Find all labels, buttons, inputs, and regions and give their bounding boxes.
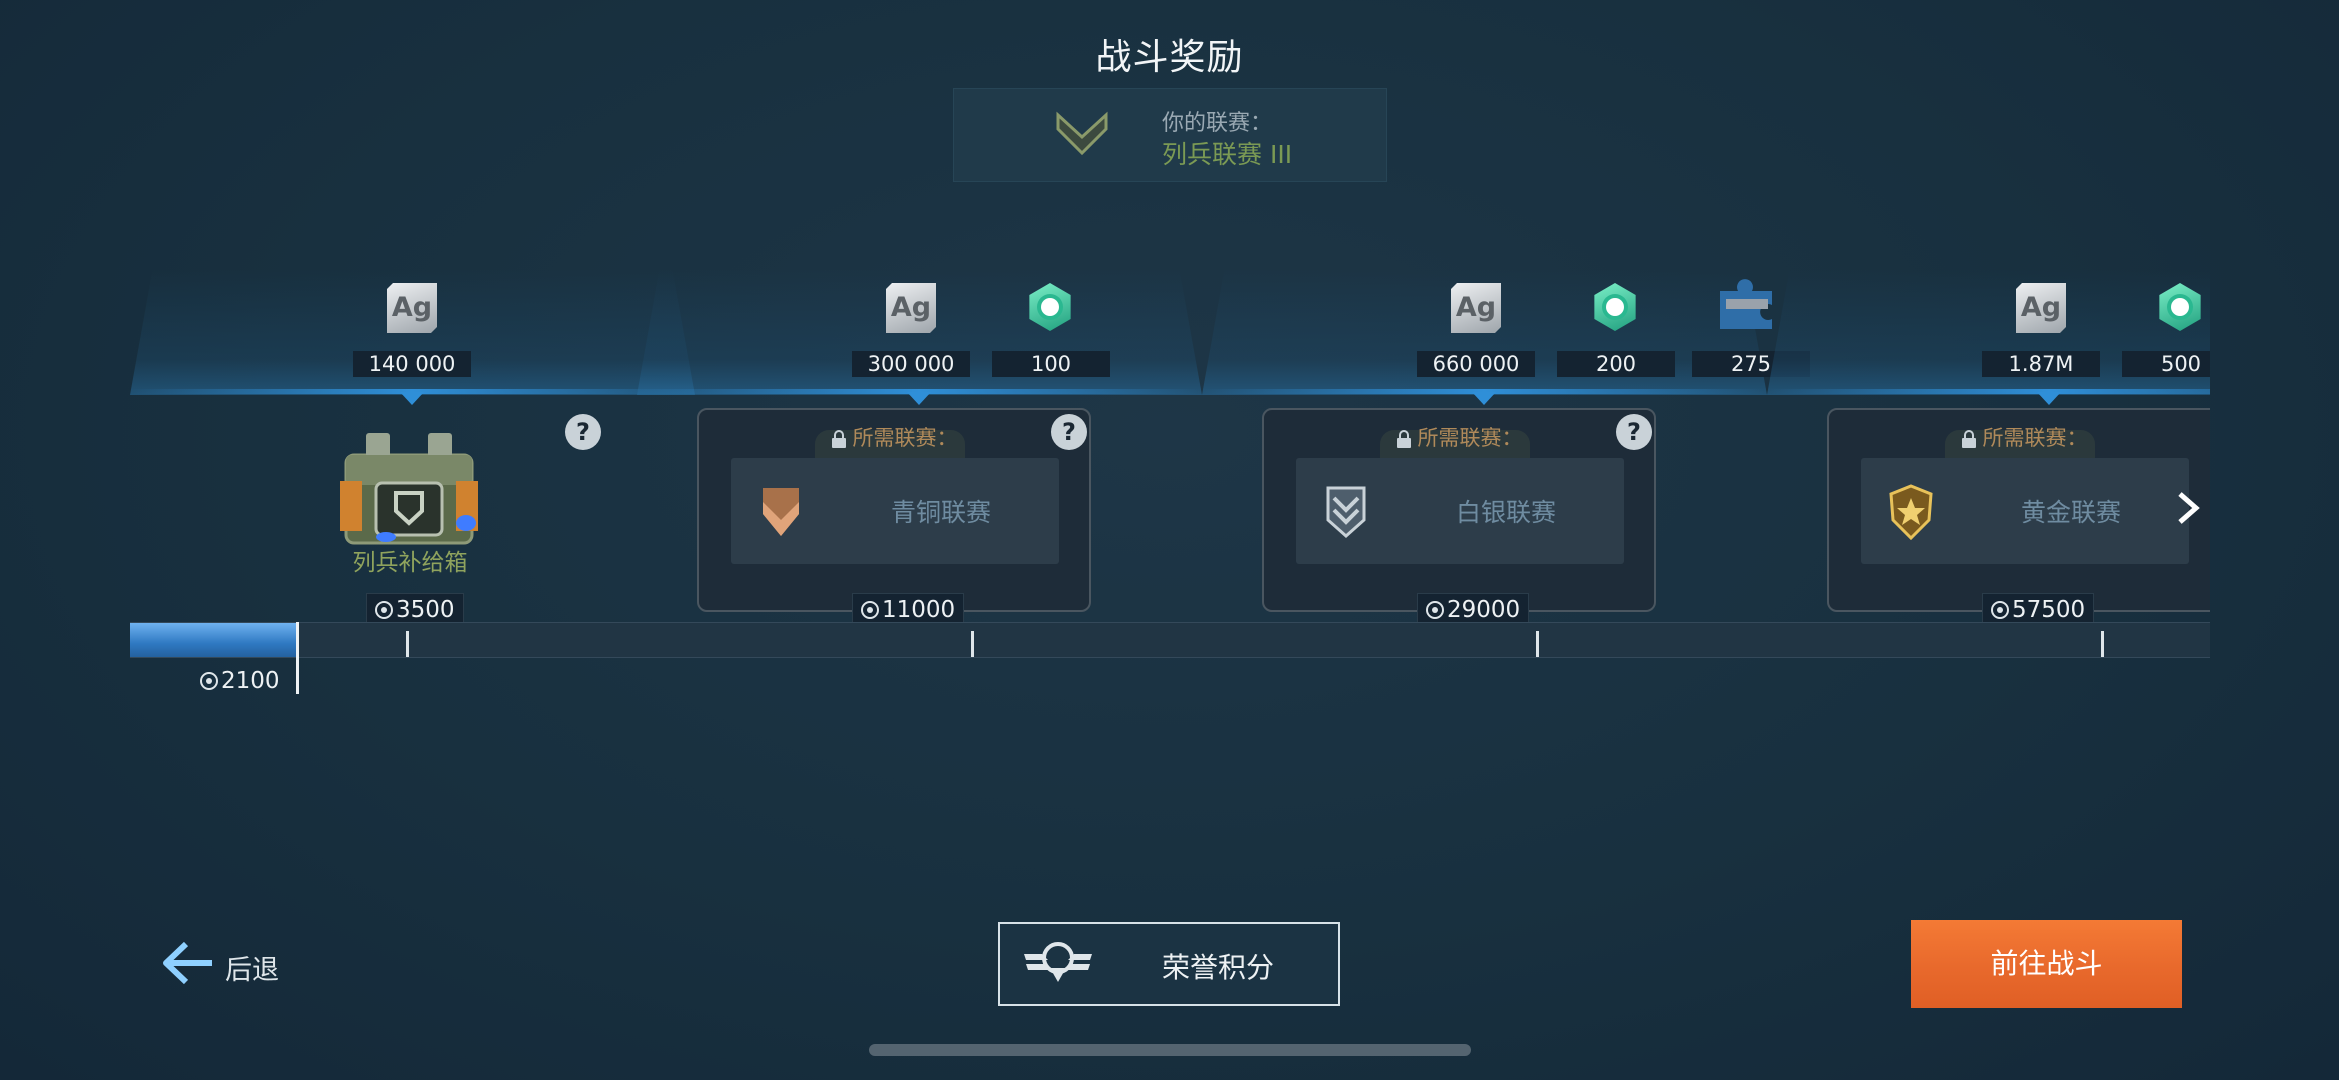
reward-amount: 100 (992, 351, 1110, 377)
required-league-panel: 白银联赛 (1296, 458, 1624, 564)
gem-icon (1029, 283, 1071, 331)
required-league-panel: 黄金联赛 (1861, 458, 2189, 564)
silver-ag-icon: Ag (1451, 283, 1501, 333)
required-league-name: 白银联赛 (1456, 498, 1557, 527)
gem-icon (1594, 283, 1636, 331)
required-league-panel: 青铜联赛 (731, 458, 1059, 564)
reward-amount: 140 000 (353, 351, 471, 377)
current-league-panel: 你的联赛： 列兵联赛 III (953, 88, 1387, 182)
progress-bar (130, 622, 2210, 694)
private-rank-chevron-icon (1056, 111, 1108, 156)
honor-points-icon (1991, 601, 2009, 619)
reward-gems: 500 (2122, 283, 2210, 393)
reward-amount: 300 000 (852, 351, 970, 377)
honor-points-icon (375, 601, 393, 619)
reward-amount: 1.87M (1982, 351, 2100, 377)
arrow-left-icon (163, 941, 212, 985)
league-caption: 你的联赛： (1162, 111, 1273, 136)
home-indicator[interactable] (869, 1044, 1471, 1056)
gold-league-badge-icon (1889, 484, 1933, 540)
reward-silver: Ag 660 000 (1417, 283, 1535, 393)
honor-points-icon (200, 672, 218, 690)
tier-tick (406, 631, 409, 657)
reward-silver: Ag 140 000 (353, 283, 471, 393)
silver-league-badge-icon (1326, 486, 1366, 539)
help-button[interactable]: ? (565, 414, 601, 450)
honor-points-button[interactable]: 荣誉积分 (998, 922, 1340, 1006)
chest-name: 列兵补给箱 (352, 550, 468, 576)
honor-points-label: 荣誉积分 (1162, 951, 1275, 984)
required-league-name: 黄金联赛 (2021, 498, 2122, 527)
help-button[interactable]: ? (1616, 414, 1652, 450)
private-supply-chest-icon[interactable] (326, 425, 492, 555)
reward-amount: 200 (1557, 351, 1675, 377)
tier-tick (2101, 631, 2104, 657)
tier-tick (1536, 631, 1539, 657)
silver-ag-icon: Ag (2016, 283, 2066, 333)
honor-points-icon (861, 601, 879, 619)
silver-ag-icon: Ag (387, 283, 437, 333)
reward-silver: Ag 1.87M (1982, 283, 2100, 393)
locked-chest-card[interactable]: 所需联赛： 黄金联赛 (1827, 408, 2210, 612)
back-label: 后退 (225, 955, 279, 986)
locked-chest-card[interactable]: 所需联赛： 青铜联赛 ? (697, 408, 1091, 612)
required-league-name: 青铜联赛 (891, 498, 992, 527)
reward-amount: 500 (2122, 351, 2210, 377)
bronze-league-badge-icon (763, 488, 799, 536)
go-to-battle-button[interactable]: 前往战斗 (1911, 920, 2182, 1008)
reward-amount: 660 000 (1417, 351, 1535, 377)
reward-gems: 200 (1557, 283, 1675, 393)
tier-tick (971, 631, 974, 657)
chevron-right-icon[interactable] (2172, 488, 2204, 528)
required-league-caption: 所需联赛： (1982, 426, 2088, 450)
required-league-caption: 所需联赛： (852, 426, 958, 450)
progress-fill (130, 623, 296, 657)
lock-icon (831, 430, 846, 448)
gem-icon (2159, 283, 2201, 331)
help-button[interactable]: ? (1051, 414, 1087, 450)
required-league-caption: 所需联赛： (1417, 426, 1523, 450)
page-title: 战斗奖励 (1095, 37, 1244, 78)
silver-ag-icon: Ag (886, 283, 936, 333)
league-name: 列兵联赛 III (1162, 140, 1293, 169)
current-points-label: 2100 (200, 668, 280, 694)
lock-icon (1396, 430, 1411, 448)
reward-gems: 100 (992, 283, 1110, 393)
honor-points-icon (1426, 601, 1444, 619)
lock-icon (1961, 430, 1976, 448)
progress-marker (296, 622, 299, 694)
honor-wings-icon (1024, 942, 1092, 982)
reward-silver: Ag 300 000 (852, 283, 970, 393)
locked-chest-card[interactable]: 所需联赛： 白银联赛 ? (1262, 408, 1656, 612)
